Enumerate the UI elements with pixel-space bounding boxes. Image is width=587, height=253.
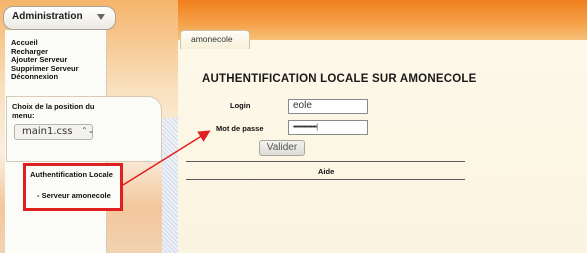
valider-button[interactable]: Valider — [259, 140, 305, 156]
css-select[interactable]: main1.css ⌃⌄ — [14, 124, 95, 140]
administration-dropdown[interactable]: Administration — [3, 6, 116, 30]
divider-top — [186, 161, 465, 162]
tab-amonecole[interactable]: amonecole — [180, 30, 250, 49]
tab-label: amonecole — [191, 34, 233, 44]
css-select-value: main1.css — [22, 126, 73, 137]
page-title: AUTHENTIFICATION LOCALE SUR AMONECOLE — [202, 73, 477, 85]
menu-links: Accueil Recharger Ajouter Serveur Suppri… — [11, 38, 79, 82]
login-label: Login — [230, 101, 251, 110]
spinner-icon: ⌃⌄ — [81, 126, 95, 135]
divider-bottom — [186, 179, 465, 180]
menu-position-title: Choix de la position du menu: — [12, 102, 95, 120]
auth-menu-box: Authentification Locale - Serveur amonec… — [23, 163, 123, 211]
password-label: Mot de passe — [216, 124, 264, 133]
menu-link-deconnexion[interactable]: Déconnexion — [11, 73, 79, 82]
login-input[interactable]: eole — [288, 99, 368, 114]
main-content — [178, 40, 587, 253]
password-input[interactable]: ••••••••••••••••| — [288, 120, 368, 135]
auth-menu-title[interactable]: Authentification Locale — [30, 170, 113, 179]
menu-position-panel: Choix de la position du menu: main1.css … — [6, 96, 162, 162]
login-input-value: eole — [293, 100, 312, 111]
administration-label: Administration — [12, 11, 83, 22]
help-label: Aide — [318, 167, 335, 176]
password-input-value: ••••••••••••••••| — [293, 124, 318, 131]
hatched-divider — [162, 118, 178, 253]
auth-menu-server-link[interactable]: - Serveur amonecole — [37, 191, 111, 200]
chevron-down-icon — [97, 14, 105, 20]
